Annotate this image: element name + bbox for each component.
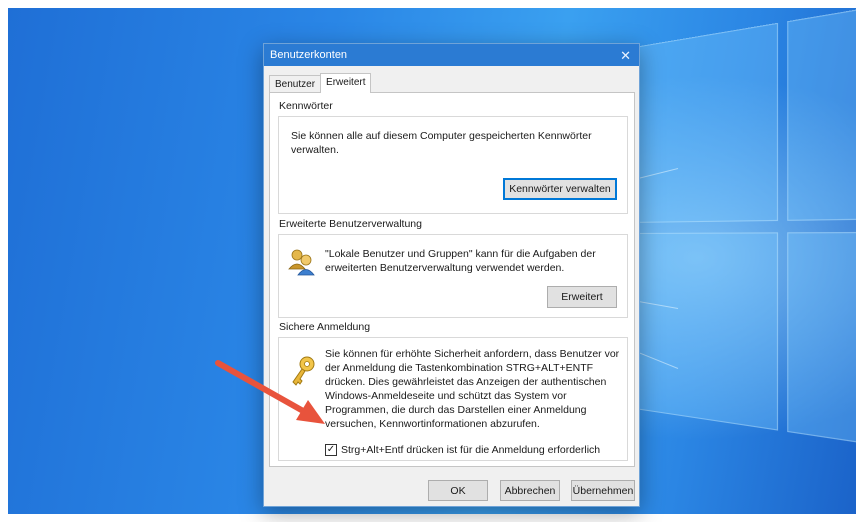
tab-advanced[interactable]: Erweitert — [320, 73, 372, 93]
annotation-arrow — [215, 360, 325, 424]
